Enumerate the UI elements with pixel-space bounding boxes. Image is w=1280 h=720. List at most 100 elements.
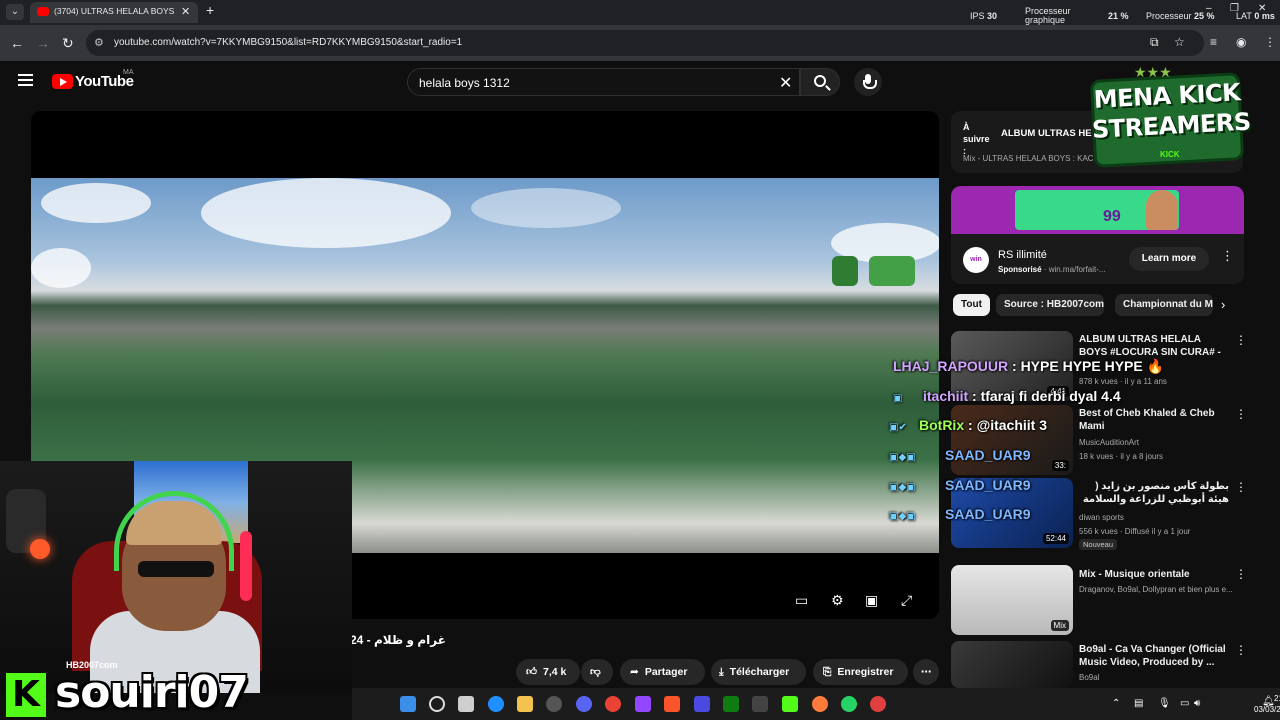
video-title[interactable]: Mix - Musique orientale: [1079, 568, 1229, 581]
task-view-icon[interactable]: [458, 696, 474, 712]
streamer-name: souiri07: [55, 667, 249, 718]
video-thumbnail[interactable]: [951, 641, 1073, 688]
tray-chevron-icon[interactable]: ⌃: [1112, 698, 1120, 709]
perf-gpu-value: 21 %: [1108, 11, 1129, 21]
video-channel[interactable]: Bo9al: [1079, 673, 1099, 682]
fullscreen-icon[interactable]: ⤢: [901, 592, 912, 609]
windows-start-icon[interactable]: [400, 696, 416, 712]
minimize-icon[interactable]: –: [1206, 3, 1212, 14]
clear-search-icon[interactable]: ✕: [779, 73, 792, 93]
video-channel[interactable]: Draganov, Bo9al, Dollypran et bien plus …: [1079, 585, 1233, 594]
video-item[interactable]: 33: Best of Cheb Khaled & Cheb Mami Musi…: [951, 405, 1247, 477]
video-title[interactable]: Bo9al - Ca Va Changer (Official Music Vi…: [1079, 643, 1229, 669]
video-title-main: 24 - غرام و ظلام: [350, 633, 446, 647]
thumbs-down-icon: 👎︎: [590, 666, 601, 678]
close-window-icon[interactable]: ✕: [1258, 3, 1266, 14]
address-bar[interactable]: ⚙ youtube.com/watch?v=7KKYMBG9150&list=R…: [86, 30, 1204, 56]
video-thumbnail[interactable]: 33:: [951, 405, 1073, 475]
app-icon[interactable]: [694, 696, 710, 712]
volume-icon[interactable]: 🔊︎: [1194, 698, 1200, 709]
save-button[interactable]: ⎘ Enregistrer: [813, 659, 908, 685]
file-explorer-icon[interactable]: [517, 696, 533, 712]
menu-icon[interactable]: ⋮: [1264, 35, 1276, 49]
chat-badge-icon: ▣◆▣: [889, 452, 916, 463]
up-next-title: ALBUM ULTRAS HE: [1001, 128, 1092, 139]
learn-more-button[interactable]: Learn more: [1129, 247, 1209, 271]
url-text[interactable]: youtube.com/watch?v=7KKYMBG9150&list=RD7…: [114, 37, 462, 48]
video-more-icon[interactable]: ⋮: [1235, 407, 1247, 421]
terminal-icon[interactable]: [752, 696, 768, 712]
voice-search-icon[interactable]: [854, 68, 882, 96]
browser-tab[interactable]: (3704) ULTRAS HELALA BOYS : ✕: [30, 2, 198, 23]
extensions-icon[interactable]: ≡: [1210, 35, 1217, 49]
tray-app-icon[interactable]: ▤: [1134, 698, 1143, 709]
tab-search-button[interactable]: ⌄: [6, 4, 24, 20]
search-taskbar-icon[interactable]: [429, 696, 445, 712]
mena-kick-streamers-badge: ★★★ MENA KICK STREAMERS KICK: [1089, 64, 1251, 172]
video-thumbnail[interactable]: Mix: [951, 565, 1073, 635]
region-code: MA: [123, 69, 134, 76]
chip-championnat[interactable]: Championnat du M: [1115, 294, 1213, 316]
restore-icon[interactable]: ❐: [1230, 3, 1239, 14]
profile-icon[interactable]: ◉: [1236, 35, 1246, 49]
video-more-icon[interactable]: ⋮: [1235, 333, 1247, 347]
site-info-icon[interactable]: ⚙: [94, 36, 104, 49]
chevron-right-icon[interactable]: ›: [1221, 297, 1225, 312]
video-title[interactable]: ALBUM ULTRAS HELALA BOYS #LOCURA SIN CUR…: [1079, 333, 1229, 359]
obs-icon[interactable]: [870, 696, 886, 712]
brave-icon[interactable]: [664, 696, 680, 712]
discord-icon[interactable]: [576, 696, 592, 712]
video-more-icon[interactable]: ⋮: [1235, 643, 1247, 657]
video-channel[interactable]: MusicAuditionArt: [1079, 438, 1139, 447]
ad-more-icon[interactable]: ⋮: [1221, 248, 1234, 264]
new-tab-button[interactable]: +: [206, 2, 214, 18]
video-title[interactable]: Best of Cheb Khaled & Cheb Mami: [1079, 407, 1229, 433]
kick-app-icon[interactable]: [782, 696, 798, 712]
tab-close-icon[interactable]: ✕: [181, 5, 190, 18]
ad-model-image: [1146, 190, 1178, 230]
ad-sponsored: Sponsorisé · win.ma/forfait-...: [998, 265, 1106, 274]
video-item[interactable]: Mix Mix - Musique orientale Draganov, Bo…: [951, 565, 1247, 637]
notification-bell-icon[interactable]: 🔔︎: [1262, 696, 1275, 707]
chat-message: ▣◆▣ SAAD_UAR9: [889, 477, 1031, 493]
video-channel[interactable]: diwan sports: [1079, 513, 1124, 522]
download-button[interactable]: ⤓ Télécharger: [711, 659, 806, 685]
dislike-button[interactable]: 👎︎: [581, 659, 613, 685]
forward-icon[interactable]: →: [36, 35, 50, 51]
share-button[interactable]: ➦ Partager: [620, 659, 705, 685]
reload-icon[interactable]: ↻: [62, 35, 74, 52]
video-meta: 878 k vues · il y a 11 ans: [1079, 377, 1167, 386]
chip-source[interactable]: Source : HB2007com: [996, 294, 1104, 316]
like-button[interactable]: 👍︎ 7,4 k: [516, 659, 580, 685]
theater-mode-icon[interactable]: ▣: [865, 592, 878, 609]
edge-icon[interactable]: [488, 696, 504, 712]
hamburger-menu-icon[interactable]: [18, 74, 33, 86]
video-more-icon[interactable]: ⋮: [1235, 567, 1247, 581]
openai-icon[interactable]: [546, 696, 562, 712]
twitch-icon[interactable]: [635, 696, 651, 712]
bookmark-star-icon[interactable]: ☆: [1174, 35, 1185, 49]
video-more-icon[interactable]: ⋮: [1235, 480, 1247, 494]
ad-info[interactable]: win RS illimité Sponsorisé · win.ma/forf…: [951, 234, 1244, 284]
video-title[interactable]: بطولة كأس منصور بن زايد ( هيئة أبوظبي لل…: [1079, 480, 1229, 506]
xbox-icon[interactable]: [723, 696, 739, 712]
search-button[interactable]: [800, 68, 840, 96]
chrome-active-icon[interactable]: [812, 696, 828, 712]
chip-all[interactable]: Tout: [953, 294, 990, 316]
network-icon[interactable]: ▭: [1180, 698, 1189, 709]
subtitles-icon[interactable]: ▭: [795, 592, 808, 609]
ad-banner[interactable]: 99: [951, 186, 1244, 234]
whatsapp-icon[interactable]: [841, 696, 857, 712]
back-icon[interactable]: ←: [10, 35, 24, 51]
search-input[interactable]: helala boys 1312 ✕: [407, 68, 800, 96]
perf-gpu-label: Processeur graphique: [1025, 6, 1071, 25]
settings-gear-icon[interactable]: ⚙: [831, 592, 844, 609]
more-actions-button[interactable]: ⋯: [913, 659, 939, 685]
chrome-icon[interactable]: [605, 696, 621, 712]
install-app-icon[interactable]: ⧉: [1150, 35, 1159, 50]
search-query[interactable]: helala boys 1312: [419, 76, 510, 90]
video-item[interactable]: Bo9al - Ca Va Changer (Official Music Vi…: [951, 641, 1247, 688]
tray-mic-icon[interactable]: 🎙︎: [1158, 698, 1171, 709]
youtube-favicon-icon: [37, 7, 49, 16]
stars-icon: ★★★: [1134, 64, 1172, 80]
